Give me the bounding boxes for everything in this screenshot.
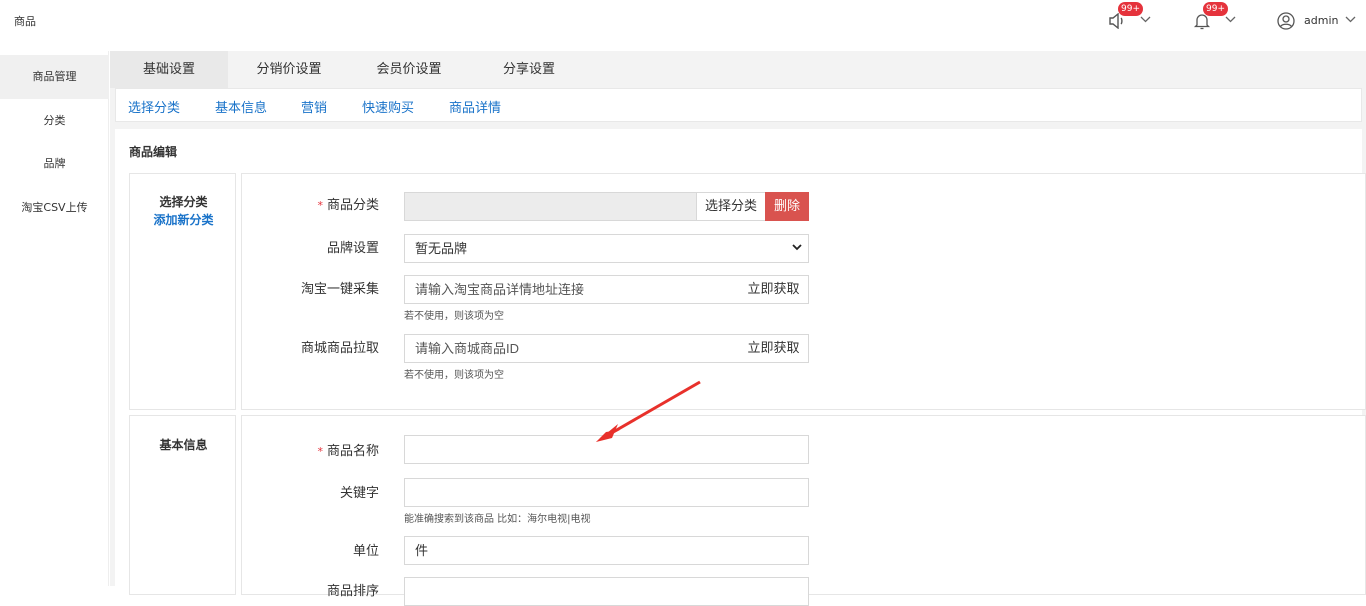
- bell-icon[interactable]: 99+: [1193, 2, 1228, 30]
- taobao-label: 淘宝一键采集: [300, 282, 379, 297]
- chevron-down-icon[interactable]: [1140, 16, 1151, 23]
- chevron-down-icon[interactable]: [1225, 16, 1236, 23]
- keyword-input[interactable]: [404, 478, 809, 507]
- tab-basic-settings[interactable]: 基础设置: [110, 51, 228, 88]
- chevron-down-icon[interactable]: [1345, 16, 1356, 23]
- tab-distribution-price[interactable]: 分销价设置: [228, 51, 350, 88]
- sidebar: 商品管理 分类 品牌 淘宝CSV上传: [0, 51, 109, 586]
- basic-section-label-box: 基本信息: [129, 415, 236, 595]
- add-category-link[interactable]: 添加新分类: [130, 211, 237, 228]
- unit-label: 单位: [352, 544, 379, 559]
- delete-category-button[interactable]: 删除: [765, 192, 809, 221]
- tab-bar: 基础设置 分销价设置 会员价设置 分享设置: [110, 51, 1366, 88]
- section-link-basic[interactable]: 基本信息: [215, 97, 267, 116]
- section-title-category: 选择分类: [159, 195, 208, 209]
- taobao-hint: 若不使用，则该项为空: [404, 311, 504, 322]
- sidebar-item-brand[interactable]: 品牌: [0, 142, 109, 186]
- chevron-down-icon: [792, 244, 802, 251]
- category-label: * 商品分类: [317, 198, 379, 213]
- keyword-label: 关键字: [339, 486, 379, 501]
- taobao-fetch-button[interactable]: 立即获取: [739, 275, 809, 304]
- user-name[interactable]: admin: [1304, 14, 1338, 27]
- speaker-icon[interactable]: 99+: [1108, 2, 1143, 30]
- section-link-quick-buy[interactable]: 快速购买: [362, 97, 414, 116]
- mall-hint: 若不使用，则该项为空: [404, 370, 504, 381]
- top-bar: 商品 99+ 99+ admin: [0, 0, 1366, 42]
- mall-fetch-button[interactable]: 立即获取: [739, 334, 809, 363]
- user-avatar-icon[interactable]: [1277, 12, 1295, 30]
- sidebar-item-taobao-csv[interactable]: 淘宝CSV上传: [0, 186, 109, 230]
- tab-share-settings[interactable]: 分享设置: [468, 51, 590, 88]
- keyword-hint: 能准确搜索到该商品 比如：海尔电视|电视: [404, 514, 591, 525]
- annotation-arrow-icon: [596, 380, 701, 442]
- mall-id-input[interactable]: 请输入商城商品ID: [404, 334, 740, 363]
- goods-name-label: * 商品名称: [317, 444, 379, 459]
- notice-badge: 99+: [1118, 2, 1143, 16]
- section-link-detail[interactable]: 商品详情: [449, 97, 501, 116]
- sort-input[interactable]: [404, 577, 809, 606]
- sidebar-item-category[interactable]: 分类: [0, 99, 109, 143]
- mall-label: 商城商品拉取: [300, 341, 379, 356]
- category-section-label-box: 选择分类 添加新分类: [129, 173, 236, 410]
- brand-select[interactable]: 暂无品牌: [404, 234, 809, 263]
- brand-label: 品牌设置: [326, 241, 379, 256]
- select-category-button[interactable]: 选择分类: [697, 192, 766, 221]
- bell-badge: 99+: [1203, 2, 1228, 16]
- edit-panel: 商品编辑 选择分类 添加新分类 * 商品分类 选择分类 删除 品牌设置 暂无品牌 …: [115, 129, 1366, 606]
- section-title-basic: 基本信息: [159, 438, 208, 452]
- sort-label: 商品排序: [326, 584, 379, 599]
- section-link-category[interactable]: 选择分类: [128, 97, 180, 116]
- sidebar-item-goods-manage[interactable]: 商品管理: [0, 55, 109, 99]
- unit-input[interactable]: 件: [404, 536, 809, 565]
- category-section-form: * 商品分类 选择分类 删除 品牌设置 暂无品牌 淘宝一键采集 请输入淘宝商品详情…: [241, 173, 1366, 410]
- brand-selected-value: 暂无品牌: [415, 241, 468, 256]
- basic-section-form: * 商品名称 关键字 能准确搜索到该商品 比如：海尔电视|电视 单位 件 商品排序: [241, 415, 1366, 606]
- taobao-url-input[interactable]: 请输入淘宝商品详情地址连接: [404, 275, 740, 304]
- main-content: 基础设置 分销价设置 会员价设置 分享设置 选择分类 基本信息 营销 快速购买 …: [110, 51, 1366, 606]
- category-field[interactable]: [404, 192, 697, 221]
- section-nav: 选择分类 基本信息 营销 快速购买 商品详情: [115, 88, 1362, 122]
- app-title: 商品: [14, 15, 36, 28]
- section-link-marketing[interactable]: 营销: [301, 97, 327, 116]
- tab-member-price[interactable]: 会员价设置: [350, 51, 468, 88]
- panel-title: 商品编辑: [129, 145, 178, 159]
